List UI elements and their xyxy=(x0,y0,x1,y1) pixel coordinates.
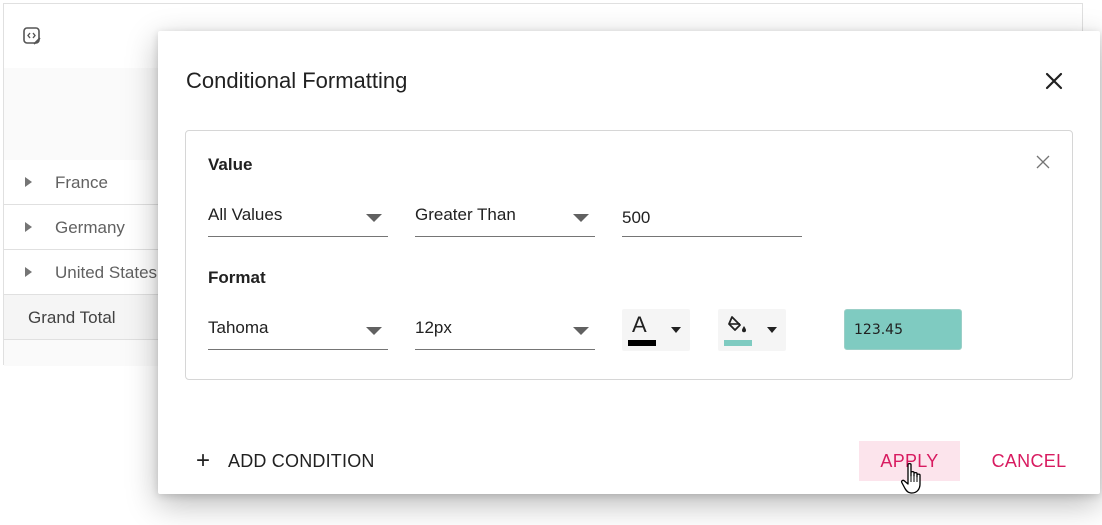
dialog-title: Conditional Formatting xyxy=(186,68,408,93)
font-size-dropdown-value: 12px xyxy=(415,318,452,337)
condition-value-input[interactable] xyxy=(622,199,802,237)
font-color-picker[interactable]: A xyxy=(622,309,690,351)
expand-icon[interactable] xyxy=(25,177,32,187)
format-preview: 123.45 xyxy=(844,309,962,350)
caret-down-icon xyxy=(767,327,777,333)
dropdown-arrow-icon xyxy=(366,327,382,335)
font-family-dropdown[interactable]: Tahoma xyxy=(208,312,388,350)
font-size-dropdown[interactable]: 12px xyxy=(415,312,595,350)
formatting-toolbar-icon[interactable] xyxy=(22,26,42,46)
remove-condition-icon[interactable] xyxy=(1034,153,1052,171)
font-color-glyph: A xyxy=(632,312,647,337)
condition-panel: Value All Values Greater Than Format Tah… xyxy=(185,130,1073,380)
font-color-swatch xyxy=(628,340,656,346)
conditional-formatting-dialog: Conditional Formatting Value All Values … xyxy=(158,31,1100,494)
font-family-dropdown-value: Tahoma xyxy=(208,318,269,337)
paint-bucket-icon xyxy=(728,316,746,333)
cancel-button[interactable]: CANCEL xyxy=(970,441,1088,481)
row-label: United States xyxy=(55,263,158,282)
operator-dropdown-value: Greater Than xyxy=(415,205,516,224)
value-section-label: Value xyxy=(208,155,253,174)
background-color-picker[interactable] xyxy=(718,309,786,351)
dropdown-arrow-icon xyxy=(366,214,382,222)
dropdown-arrow-icon xyxy=(573,214,589,222)
operator-dropdown[interactable]: Greater Than xyxy=(415,199,595,237)
row-label: Grand Total xyxy=(28,308,116,327)
row-label: Germany xyxy=(55,218,125,237)
expand-icon[interactable] xyxy=(25,267,32,277)
caret-down-icon xyxy=(671,327,681,333)
row-label: France xyxy=(55,173,108,192)
measure-dropdown[interactable]: All Values xyxy=(208,199,388,237)
apply-button[interactable]: APPLY xyxy=(859,441,960,481)
background-color-swatch xyxy=(724,340,752,346)
close-icon[interactable] xyxy=(1040,67,1068,95)
dropdown-arrow-icon xyxy=(573,327,589,335)
expand-icon[interactable] xyxy=(25,222,32,232)
measure-dropdown-value: All Values xyxy=(208,205,283,224)
format-section-label: Format xyxy=(208,268,266,287)
plus-icon: + xyxy=(196,447,211,474)
add-condition-label: ADD CONDITION xyxy=(228,451,375,471)
